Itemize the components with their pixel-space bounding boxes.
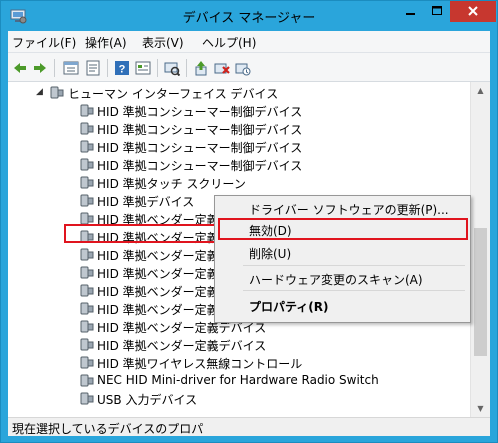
tree-item[interactable]: NEC HID Mini-driver for Hardware Radio S… [8, 372, 448, 390]
forward-icon[interactable] [32, 60, 48, 76]
view-resources-icon[interactable] [135, 60, 151, 76]
hid-device-icon [80, 158, 94, 171]
hid-device-icon [80, 176, 94, 189]
disable-item-highlight [218, 218, 468, 240]
context-menu: ドライバー ソフトウェアの更新(P)... 無効(D) 削除(U) ハードウェア… [214, 195, 471, 323]
tree-item[interactable]: HID 準拠コンシューマー制御デバイス [8, 156, 448, 174]
menu-action[interactable]: 操作(A) [85, 34, 127, 51]
title-bar[interactable]: デバイス マネージャー [1, 1, 497, 31]
hid-device-icon [80, 302, 94, 315]
hid-device-icon [80, 338, 94, 351]
properties-sheet-icon[interactable] [85, 60, 101, 76]
menu-separator [243, 265, 465, 266]
tree-item-label: HID 準拠ベンダー定義デバイス [97, 339, 267, 353]
svg-text:?: ? [119, 64, 126, 76]
tree-item-label: HID 準拠コンシューマー制御デバイス [97, 141, 303, 155]
menu-separator [243, 290, 465, 291]
tree-item-label: HID 準拠ベンダー定義デ [97, 249, 231, 263]
toolbar-separator [54, 59, 55, 77]
tree-item[interactable]: HID 準拠コンシューマー制御デバイス [8, 138, 448, 156]
hid-device-icon [80, 356, 94, 369]
hid-device-icon [80, 374, 94, 387]
enable-device-icon[interactable] [235, 60, 251, 76]
expand-arrow-icon[interactable]: ◢ [36, 87, 43, 97]
tree-item[interactable]: HID 準拠コンシューマー制御デバイス [8, 102, 448, 120]
hid-device-icon [80, 122, 94, 135]
tree-item-label: HID 準拠コンシューマー制御デバイス [97, 105, 303, 119]
tree-item[interactable]: USB 入力デバイス [8, 390, 448, 408]
hid-device-icon [80, 104, 94, 117]
selected-device-highlight [64, 224, 218, 243]
scrollbar-thumb[interactable] [474, 228, 487, 356]
menu-item-uninstall[interactable]: 削除(U) [249, 245, 291, 262]
tree-item-selected[interactable]: HID 準拠タッチ スクリーン [8, 174, 448, 192]
scan-hardware-icon[interactable] [164, 60, 180, 76]
tree-item[interactable]: HID 準拠コンシューマー制御デバイス [8, 120, 448, 138]
update-driver-icon[interactable] [193, 60, 209, 76]
hid-device-icon [80, 392, 94, 405]
toolbar-separator [157, 59, 158, 77]
tree-item-label: NEC HID Mini-driver for Hardware Radio S… [97, 373, 379, 387]
menu-view[interactable]: 表示(V) [142, 34, 184, 51]
tree-item[interactable]: HID 準拠ベンダー定義デバイス [8, 336, 448, 354]
tree-item[interactable]: HID 準拠ワイヤレス無線コントロール [8, 354, 448, 372]
hid-device-icon [80, 140, 94, 153]
device-manager-window: デバイス マネージャー ファイル(F) 操作(A) 表示(V) ヘルプ(H) ? [0, 0, 498, 443]
help-icon[interactable]: ? [114, 60, 130, 76]
tree-item-label: HID 準拠デバイス [97, 195, 195, 209]
minimize-icon [406, 13, 415, 15]
tree-item-label: HID 準拠コンシューマー制御デバイス [97, 123, 303, 137]
status-text: 現在選択しているデバイスのプロパ [12, 422, 204, 436]
close-button[interactable] [450, 1, 496, 22]
toolbar: ? [8, 52, 490, 82]
maximize-button[interactable] [424, 1, 450, 22]
hid-device-icon [80, 194, 94, 207]
tree-item-label: HID 準拠ワイヤレス無線コントロール [97, 357, 303, 371]
tree-item-label: HID 準拠ベンダー定義デ [97, 267, 231, 281]
menu-item-scan-hardware[interactable]: ハードウェア変更のスキャン(A) [249, 271, 423, 288]
category-label: ヒューマン インターフェイス デバイス [68, 87, 279, 101]
status-bar: 現在選択しているデバイスのプロパ [8, 417, 490, 436]
menu-bar: ファイル(F) 操作(A) 表示(V) ヘルプ(H) [8, 31, 490, 52]
hid-device-icon [80, 320, 94, 333]
vertical-scrollbar[interactable]: ▲ ▼ [470, 82, 490, 417]
tree-item-label: HID 準拠ベンダー定義デ [97, 285, 231, 299]
hid-device-icon [80, 284, 94, 297]
hid-device-icon [80, 248, 94, 261]
tree-item-label: HID 準拠コンシューマー制御デバイス [97, 159, 303, 173]
uninstall-icon[interactable] [214, 60, 230, 76]
menu-file[interactable]: ファイル(F) [12, 34, 76, 51]
tree-item-label: HID 準拠ベンダー定義デ [97, 303, 231, 317]
scroll-down-icon[interactable]: ▼ [471, 400, 490, 417]
menu-item-update-driver[interactable]: ドライバー ソフトウェアの更新(P)... [249, 201, 449, 218]
properties-grid-icon[interactable] [63, 60, 79, 76]
toolbar-separator [186, 59, 187, 77]
hid-category-icon [50, 86, 64, 99]
hid-device-icon [80, 266, 94, 279]
menu-item-properties[interactable]: プロパティ(R) [249, 298, 329, 315]
maximize-icon [432, 6, 442, 15]
back-icon[interactable] [12, 60, 28, 76]
menu-help[interactable]: ヘルプ(H) [202, 34, 256, 51]
tree-item-label: USB 入力デバイス [97, 393, 198, 407]
minimize-button[interactable] [398, 1, 424, 22]
scroll-up-icon[interactable]: ▲ [471, 82, 490, 99]
close-icon [468, 6, 478, 16]
toolbar-separator [107, 59, 108, 77]
tree-item-label: HID 準拠タッチ スクリーン [97, 177, 246, 191]
tree-category-row[interactable]: ◢ ヒューマン インターフェイス デバイス [8, 84, 448, 102]
